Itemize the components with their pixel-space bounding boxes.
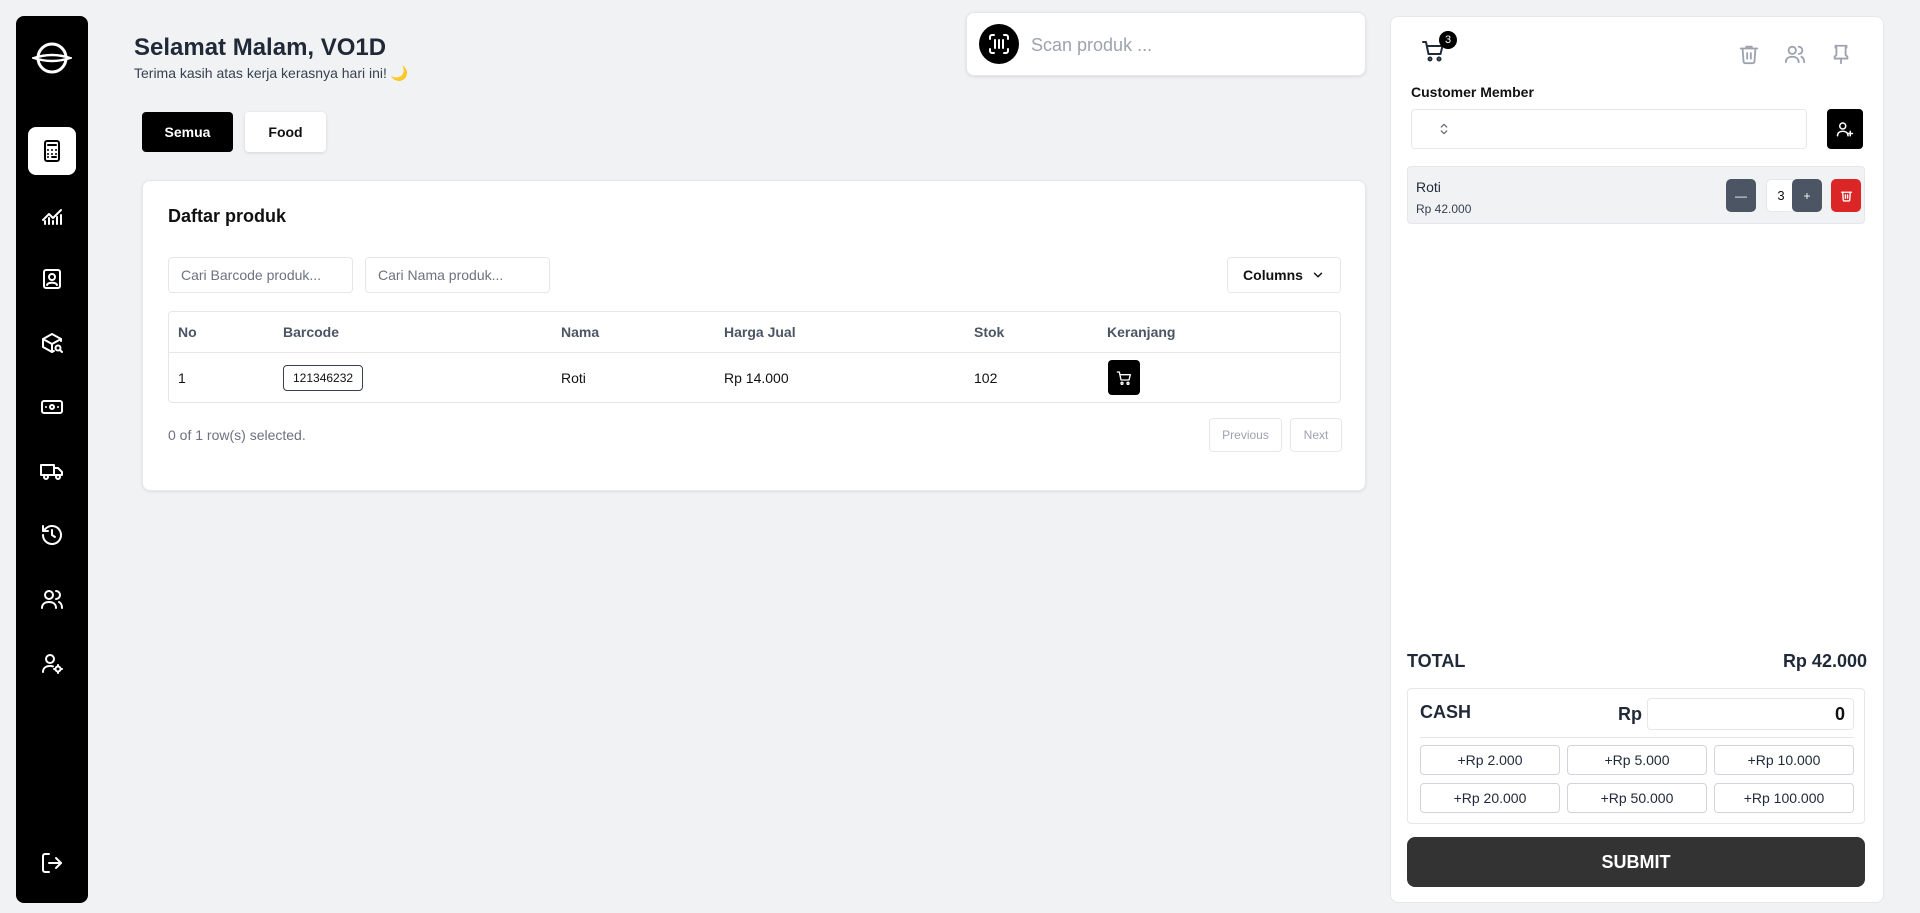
col-header-keranjang: Keranjang bbox=[1107, 324, 1176, 340]
increase-qty-button[interactable]: + bbox=[1792, 179, 1822, 212]
barcode-badge: 121346232 bbox=[283, 365, 364, 391]
col-header-no: No bbox=[178, 324, 197, 340]
package-search-icon[interactable] bbox=[28, 319, 76, 367]
col-header-barcode: Barcode bbox=[283, 324, 340, 340]
product-table: No Barcode Nama Harga Jual Stok Keranjan… bbox=[168, 311, 1341, 403]
page-subtitle: Terima kasih atas kerja kerasnya hari in… bbox=[134, 65, 409, 81]
quick-amount-button[interactable]: +Rp 10.000 bbox=[1714, 745, 1854, 775]
currency-label: Rp bbox=[1618, 704, 1642, 724]
col-header-nama: Nama bbox=[561, 324, 600, 340]
category-tab-food[interactable]: Food bbox=[245, 112, 326, 152]
chevron-down-icon bbox=[1313, 272, 1323, 278]
previous-button[interactable]: Previous bbox=[1209, 418, 1282, 452]
logo-icon[interactable] bbox=[30, 38, 74, 78]
add-member-button[interactable] bbox=[1827, 109, 1863, 149]
total-value: Rp 42.000 bbox=[1782, 651, 1867, 671]
trash-icon bbox=[1840, 191, 1852, 202]
cart-panel: 3 Customer Member Roti Rp 42.000 — 3 + T… bbox=[1390, 16, 1884, 903]
cash-input[interactable] bbox=[1647, 698, 1854, 730]
logout-icon[interactable] bbox=[28, 839, 76, 887]
quick-amount-button[interactable]: +Rp 20.000 bbox=[1420, 783, 1560, 813]
truck-icon[interactable] bbox=[28, 447, 76, 495]
pin-icon[interactable] bbox=[1828, 41, 1854, 67]
columns-button[interactable]: Columns bbox=[1227, 257, 1341, 293]
trash-icon[interactable] bbox=[1736, 41, 1762, 67]
user-cog-icon[interactable] bbox=[28, 639, 76, 687]
search-name-input[interactable] bbox=[365, 257, 550, 293]
selection-status: 0 of 1 row(s) selected. bbox=[168, 427, 306, 443]
search-barcode-input[interactable] bbox=[168, 257, 353, 293]
quick-amount-button[interactable]: +Rp 100.000 bbox=[1714, 783, 1854, 813]
history-icon[interactable] bbox=[28, 511, 76, 559]
sidebar bbox=[16, 16, 88, 903]
table-row: 1 121346232 Roti Rp 14.000 102 bbox=[169, 353, 1340, 403]
category-tab-semua[interactable]: Semua bbox=[142, 112, 233, 152]
user-plus-icon bbox=[1836, 122, 1854, 137]
cart-count-badge: 3 bbox=[1439, 31, 1457, 49]
cell-nama: Roti bbox=[561, 370, 586, 386]
cart-icon bbox=[1116, 370, 1131, 385]
cart-item-price: Rp 42.000 bbox=[1416, 202, 1472, 216]
user-icon[interactable] bbox=[1782, 41, 1808, 67]
scan-bar bbox=[966, 12, 1366, 76]
next-button[interactable]: Next bbox=[1290, 418, 1342, 452]
contact-icon[interactable] bbox=[28, 255, 76, 303]
total-label: TOTAL bbox=[1407, 651, 1466, 671]
cell-stok: 102 bbox=[974, 370, 998, 386]
chevrons-up-down-icon bbox=[1440, 123, 1448, 135]
submit-button[interactable]: SUBMIT bbox=[1407, 837, 1865, 887]
calculator-icon[interactable] bbox=[28, 127, 76, 175]
table-header: No Barcode Nama Harga Jual Stok Keranjan… bbox=[169, 312, 1340, 353]
col-header-stok: Stok bbox=[974, 324, 1005, 340]
banknote-icon[interactable] bbox=[28, 383, 76, 431]
cell-harga: Rp 14.000 bbox=[724, 370, 789, 386]
decrease-qty-button[interactable]: — bbox=[1726, 179, 1756, 212]
cell-no: 1 bbox=[178, 370, 186, 386]
quick-amount-button[interactable]: +Rp 50.000 bbox=[1567, 783, 1707, 813]
cash-label: CASH bbox=[1420, 702, 1472, 722]
quick-amount-button[interactable]: +Rp 5.000 bbox=[1567, 745, 1707, 775]
customer-member-label: Customer Member bbox=[1411, 84, 1534, 100]
remove-item-button[interactable] bbox=[1831, 179, 1861, 212]
columns-label: Columns bbox=[1243, 267, 1303, 283]
col-header-harga: Harga Jual bbox=[724, 324, 796, 340]
quick-amount-button[interactable]: +Rp 2.000 bbox=[1420, 745, 1560, 775]
cart-item: Roti Rp 42.000 — 3 + bbox=[1407, 166, 1865, 224]
cart-item-name: Roti bbox=[1416, 179, 1441, 195]
product-list-card: Daftar produk Columns No Barcode Nama Ha… bbox=[142, 180, 1366, 491]
scan-input[interactable] bbox=[1031, 25, 1351, 65]
barcode-scan-icon[interactable] bbox=[979, 24, 1019, 64]
page-title: Selamat Malam, VO1D bbox=[134, 34, 387, 61]
customer-member-select[interactable] bbox=[1411, 109, 1807, 149]
cash-box: CASH Rp +Rp 2.000 +Rp 5.000 +Rp 10.000 +… bbox=[1407, 688, 1865, 824]
users-icon[interactable] bbox=[28, 575, 76, 623]
chart-icon[interactable] bbox=[28, 191, 76, 239]
card-title: Daftar produk bbox=[168, 206, 287, 226]
add-to-cart-button[interactable] bbox=[1108, 360, 1140, 395]
divider bbox=[1420, 737, 1854, 738]
